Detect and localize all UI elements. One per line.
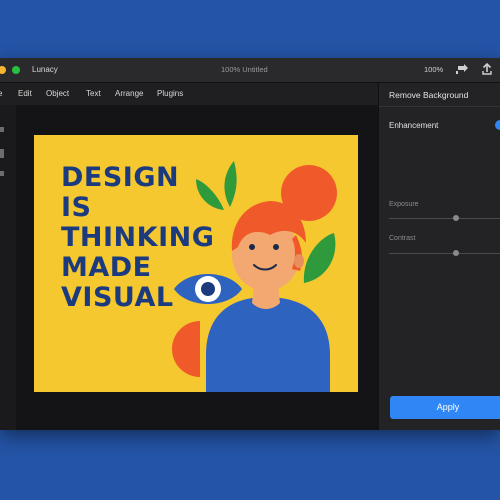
tool-icon[interactable] — [0, 127, 4, 132]
menu-item-object[interactable]: Object — [46, 89, 69, 98]
menu-item-edit[interactable]: Edit — [18, 89, 32, 98]
eye-shape — [249, 244, 255, 250]
half-circle-shape — [172, 321, 200, 377]
exposure-slider[interactable] — [389, 218, 500, 219]
eye-symbol-pupil — [201, 282, 215, 296]
body-shape — [206, 297, 330, 392]
share-icon[interactable] — [480, 62, 494, 76]
zoom-level[interactable]: 100% — [424, 65, 443, 74]
tool-icon[interactable] — [0, 149, 4, 158]
contrast-slider[interactable] — [389, 253, 500, 254]
menu-item-text[interactable]: Text — [86, 89, 101, 98]
export-icon[interactable] — [455, 62, 469, 76]
headline-line: VISUAL — [61, 282, 174, 313]
window-minimize-button[interactable] — [0, 66, 6, 74]
eye-shape — [273, 244, 279, 250]
leaf-shape — [196, 179, 224, 210]
left-toolbar — [0, 105, 16, 430]
app-name: Lunacy — [32, 65, 58, 74]
menu-item-file[interactable]: e — [0, 89, 2, 98]
menu-bar: e Edit Object Text Arrange Plugins — [0, 83, 378, 105]
title-bar: Lunacy 100% Untitled 100% — [0, 58, 500, 83]
headline-line: MADE — [61, 252, 152, 283]
exposure-slider-knob[interactable] — [453, 215, 460, 221]
section-title: Enhancement — [389, 121, 439, 130]
tool-icon[interactable] — [0, 171, 4, 176]
apply-button[interactable]: Apply — [390, 396, 500, 419]
canvas-area[interactable]: DESIGN IS THINKING MADE VISUAL — [16, 105, 378, 430]
window-maximize-button[interactable] — [12, 66, 20, 74]
exposure-label: Exposure — [389, 201, 419, 208]
headline-line: IS — [61, 192, 92, 223]
ear-shape — [294, 254, 304, 268]
contrast-slider-knob[interactable] — [453, 250, 460, 256]
artboard[interactable]: DESIGN IS THINKING MADE VISUAL — [34, 135, 358, 392]
right-panel: Remove Background Enhancement Exposure C… — [378, 83, 500, 430]
headline-line: THINKING — [61, 222, 215, 253]
document-title: 100% Untitled — [221, 65, 268, 74]
leaf-shape — [303, 233, 336, 283]
menu-item-plugins[interactable]: Plugins — [157, 89, 183, 98]
app-window: Lunacy 100% Untitled 100% e Edit Object … — [0, 58, 500, 430]
contrast-label: Contrast — [389, 235, 416, 242]
panel-title: Remove Background — [389, 90, 469, 100]
enhancement-toggle[interactable] — [495, 120, 500, 130]
panel-divider — [379, 106, 500, 107]
headline-line: DESIGN — [61, 162, 180, 193]
leaf-shape — [224, 161, 237, 207]
menu-item-arrange[interactable]: Arrange — [115, 89, 143, 98]
